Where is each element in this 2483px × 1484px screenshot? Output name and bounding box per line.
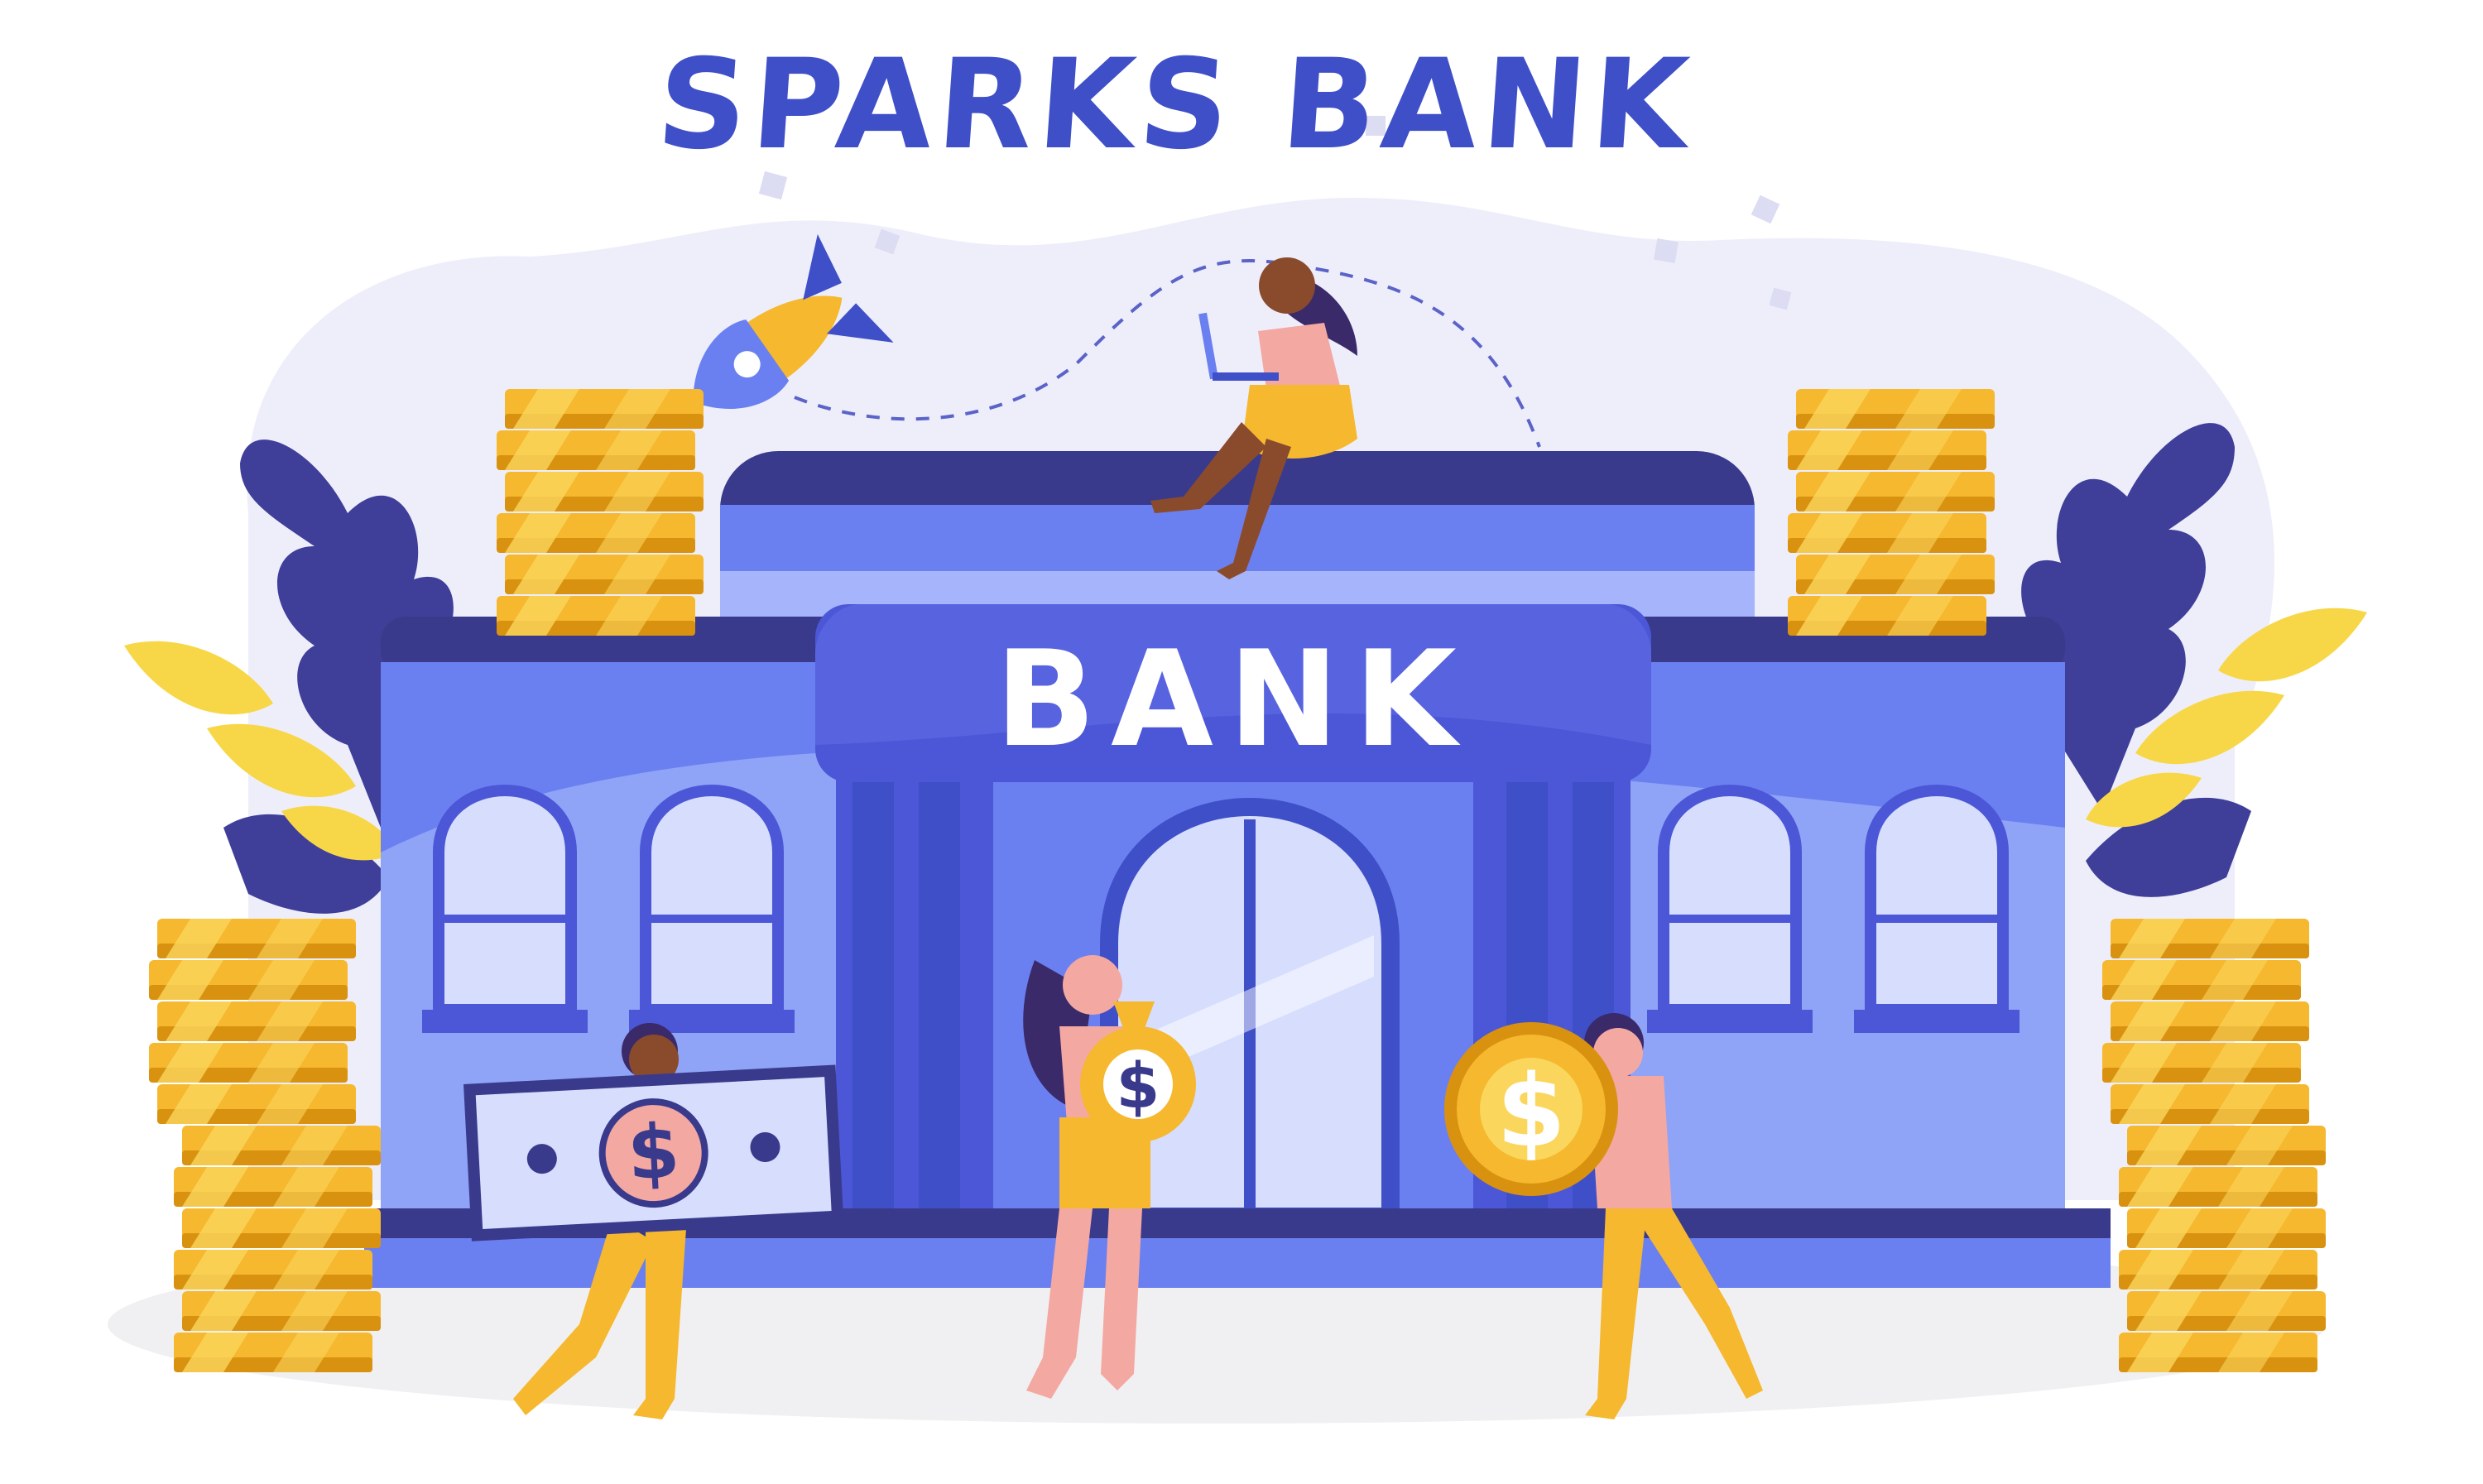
banknote-icon: $ [463,1064,844,1241]
page-title: SPARKS BANK [652,33,1698,177]
coin-stack-icon-right [2102,919,2326,1372]
gold-coin-dollar-sign: $ [1496,1054,1566,1169]
bank-illustration: BANK $ $ $ [108,116,2367,1424]
bank-sign-text: BANK [995,622,1472,776]
money-bag-dollar-sign: $ [1117,1049,1160,1122]
banknote-dollar-sign: $ [626,1108,682,1198]
coin-stack-icon-left [149,919,381,1372]
gold-coin-icon: $ [1444,1022,1618,1196]
